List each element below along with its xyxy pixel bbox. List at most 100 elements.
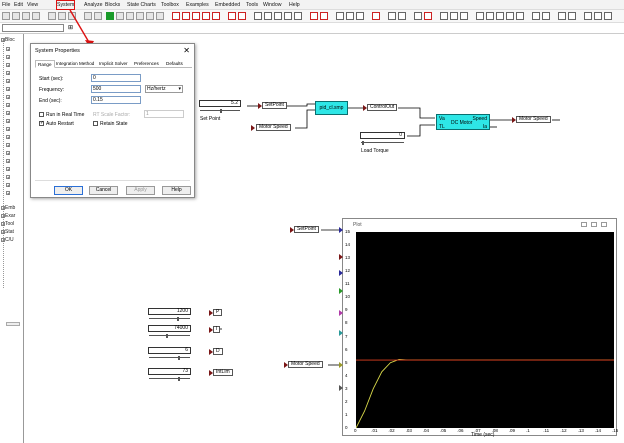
plot-input-pin[interactable]	[339, 254, 343, 260]
plus-icon[interactable]	[476, 12, 484, 20]
print-icon[interactable]	[32, 12, 40, 20]
stripchart-icon[interactable]	[388, 12, 396, 20]
frequency-input[interactable]: 500	[91, 85, 141, 93]
setpoint-label[interactable]: SetPoint	[262, 102, 287, 109]
stop-icon[interactable]	[136, 12, 144, 20]
tree-item-blocks[interactable]: Bloc	[5, 37, 15, 43]
plot-input-pin[interactable]	[339, 270, 343, 276]
expand-icon[interactable]: +	[6, 159, 10, 164]
motor-speed-output-label[interactable]: Motor Speed	[516, 116, 551, 123]
abs-icon[interactable]	[460, 12, 468, 20]
menu-help[interactable]: Help	[289, 1, 300, 9]
plot-window[interactable]: Plot 15 14 13 12 11 10 9 8 7 6 5 4 3 2 1 0 0.01.02.03.0…	[342, 218, 618, 438]
tree-item-state[interactable]: Stat	[5, 229, 14, 235]
help-button[interactable]: Help	[162, 186, 191, 195]
setpoint-const-block[interactable]: 5.2	[199, 100, 241, 107]
maximize-icon[interactable]	[591, 222, 597, 227]
ok-button[interactable]: OK	[54, 186, 83, 195]
divide-icon[interactable]	[506, 12, 514, 20]
slider-knob[interactable]	[166, 334, 168, 338]
step-icon[interactable]	[116, 12, 124, 20]
close-icon[interactable]: ✕	[183, 46, 190, 55]
meter-icon[interactable]	[398, 12, 406, 20]
expand-icon[interactable]: +	[6, 95, 10, 100]
rt-scale-input[interactable]: 1	[144, 110, 184, 118]
dc-motor-block[interactable]: Va Speed DC Motor TL Ia	[436, 114, 490, 130]
i-label[interactable]: I	[213, 326, 221, 333]
plot-input-pin[interactable]	[339, 385, 343, 391]
expand-icon[interactable]: +	[6, 55, 10, 60]
expand-icon[interactable]: +	[6, 183, 10, 188]
expand-icon[interactable]: +	[6, 119, 10, 124]
tab-integration-method[interactable]: Integration Method	[54, 60, 96, 68]
d-gain-const[interactable]: 6	[148, 347, 191, 354]
slider-icon[interactable]	[238, 12, 246, 20]
i-gain-const[interactable]: 74000	[148, 325, 191, 332]
merge-icon[interactable]	[584, 12, 592, 20]
intlim-const[interactable]: 73	[148, 368, 191, 375]
expand-icon[interactable]: +	[6, 135, 10, 140]
menu-view[interactable]: View	[27, 1, 38, 9]
auto-restart-checkbox[interactable]: ✓	[39, 121, 44, 126]
setpoint-plot-label[interactable]: SetPoint	[294, 226, 319, 233]
p-gain-slider[interactable]	[149, 316, 190, 319]
times-icon[interactable]	[496, 12, 504, 20]
retain-state-checkbox[interactable]	[93, 121, 98, 126]
red-block-icon[interactable]	[172, 12, 180, 20]
expand-icon[interactable]: +	[6, 71, 10, 76]
expand-icon[interactable]: +	[6, 143, 10, 148]
motor-speed-plot-label[interactable]: Motor Speed	[288, 361, 323, 368]
load-torque-const-block[interactable]: 0	[360, 132, 405, 139]
d-gain-slider[interactable]	[149, 355, 190, 358]
expand-icon[interactable]: +	[6, 191, 10, 196]
tab-preferences[interactable]: Preferences	[132, 60, 161, 68]
plot-input-pin[interactable]	[339, 227, 343, 233]
slider-knob[interactable]	[220, 109, 222, 113]
cut-icon[interactable]	[48, 12, 56, 20]
output-icon[interactable]	[320, 12, 328, 20]
sqrt-icon[interactable]	[440, 12, 448, 20]
new-icon[interactable]	[2, 12, 10, 20]
delay-icon[interactable]	[346, 12, 354, 20]
pause-icon[interactable]	[126, 12, 134, 20]
tree-item-embedded[interactable]: Emb	[5, 205, 15, 211]
menu-file[interactable]: File	[2, 1, 10, 9]
run-icon[interactable]	[106, 12, 114, 20]
pid-block[interactable]: pid_cl.smp	[315, 101, 348, 115]
expand-icon[interactable]: +	[6, 151, 10, 156]
motor-speed-input-label[interactable]: Motor Speed	[256, 124, 291, 131]
block-search-combo[interactable]	[2, 24, 64, 32]
slider-knob[interactable]	[178, 377, 180, 381]
expand-icon[interactable]: +	[6, 103, 10, 108]
integrator-icon[interactable]	[294, 12, 302, 20]
expand-icon[interactable]: +	[6, 175, 10, 180]
d-label[interactable]: D	[213, 348, 223, 355]
tree-item-examples[interactable]: Exar	[5, 213, 15, 219]
menu-tools[interactable]: Tools	[246, 1, 258, 9]
label-icon[interactable]	[424, 12, 432, 20]
menu-embedded[interactable]: Embedded	[215, 1, 240, 9]
menu-window[interactable]: Window	[263, 1, 281, 9]
plot-input-pin[interactable]	[339, 330, 343, 336]
p-label[interactable]: P	[213, 309, 223, 316]
neg-icon[interactable]	[542, 12, 550, 20]
intlim-slider[interactable]	[149, 376, 190, 379]
expand-icon[interactable]: +	[6, 111, 10, 116]
minimize-icon[interactable]	[581, 222, 587, 227]
mult-icon[interactable]	[274, 12, 282, 20]
expand-icon[interactable]: +	[6, 167, 10, 172]
open-icon[interactable]	[12, 12, 20, 20]
slider-knob[interactable]	[178, 356, 180, 360]
control-out-label[interactable]: ControlOut	[367, 104, 398, 111]
tab-implicit-solver[interactable]: Implicit Solver	[97, 60, 130, 68]
menu-examples[interactable]: Examples	[186, 1, 209, 9]
step-block-icon[interactable]	[604, 12, 612, 20]
horizontal-scrollbar[interactable]	[6, 322, 20, 326]
expand-icon[interactable]: +	[6, 47, 10, 52]
run-realtime-checkbox[interactable]	[39, 112, 44, 117]
intlim-label[interactable]: IntLim	[213, 369, 233, 376]
menu-state-charts[interactable]: State Charts	[127, 1, 156, 9]
sin-icon[interactable]	[450, 12, 458, 20]
tree-item-cu[interactable]: C/U	[5, 237, 14, 243]
pos-icon[interactable]	[532, 12, 540, 20]
